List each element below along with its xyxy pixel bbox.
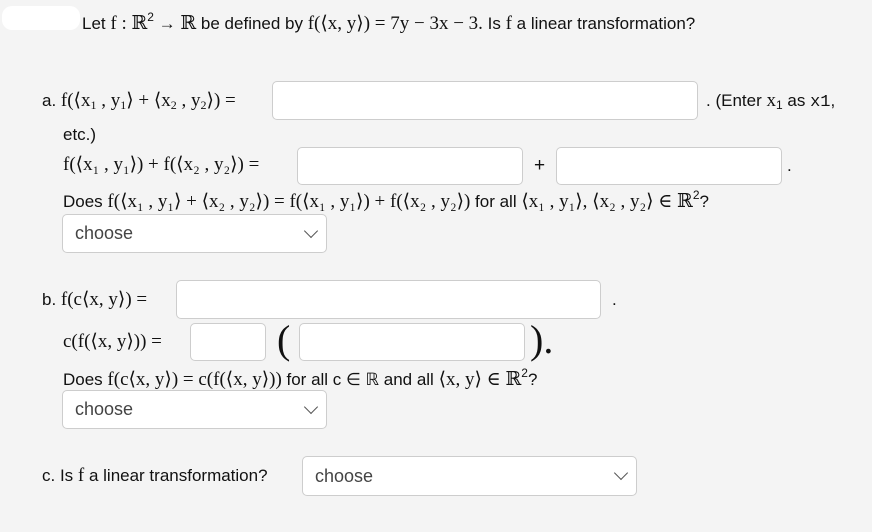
question-mark: ? xyxy=(699,192,710,211)
intro-prefix: Let xyxy=(82,14,111,33)
part-b-scaled-input[interactable] xyxy=(176,280,601,319)
question-text: for all c ∈ ℝ and all xyxy=(281,370,439,389)
codomain-symbol: ℝ xyxy=(180,13,197,34)
question-text: for all xyxy=(470,192,522,211)
redacted-question-number xyxy=(2,6,80,30)
math-text: , y xyxy=(96,90,121,111)
math-text: f(c⟨x, y⟩) = xyxy=(60,289,148,310)
chevron-down-icon xyxy=(303,223,319,238)
subscript: 1 xyxy=(775,98,783,112)
part-a-answer-dropdown[interactable]: choose xyxy=(62,214,327,253)
part-b-scalar-lhs: c(f(⟨x, y⟩)) = xyxy=(63,331,162,352)
hint-text: , xyxy=(830,91,836,110)
dropdown-selected-value: choose xyxy=(75,399,134,419)
problem-statement: Let f : ℝ2 → ℝ be defined by f(⟨x, y⟩) =… xyxy=(82,10,695,35)
math-text: , y xyxy=(176,90,201,111)
part-b-function-input[interactable] xyxy=(299,323,525,361)
colon: : xyxy=(116,13,132,34)
part-b-label: b. xyxy=(42,290,61,309)
defined-by-text: be defined by xyxy=(196,14,308,33)
part-b-scalar-input[interactable] xyxy=(190,323,266,361)
question-math: f(⟨x₁ , y₁⟩ + ⟨x₂ , y₂⟩) = f(⟨x₁ , y₁⟩) … xyxy=(107,191,471,212)
question-text: Does xyxy=(63,370,108,389)
question-prefix: Is xyxy=(482,14,506,33)
open-parenthesis: ( xyxy=(277,317,291,362)
exponent: 2 xyxy=(692,188,700,202)
domain-exponent: 2 xyxy=(147,10,154,24)
part-c-answer-dropdown[interactable]: choose xyxy=(302,456,637,496)
input-hint: . (Enter x1 as x1, xyxy=(706,90,835,112)
part-a-question: Does f(⟨x₁ , y₁⟩ + ⟨x₂ , y₂⟩) = f(⟨x₁ , … xyxy=(63,188,709,213)
question-suffix: a linear transformation? xyxy=(511,14,696,33)
hint-continuation: etc.) xyxy=(63,125,97,144)
period: . xyxy=(612,290,617,309)
part-a-sum-lhs: a. f(⟨x1 , y1⟩ + ⟨x2 , y2⟩) = xyxy=(42,89,236,113)
dropdown-selected-value: choose xyxy=(75,223,134,243)
hint-text: . (Enter xyxy=(706,91,767,110)
part-a-second-term-input[interactable] xyxy=(556,147,782,185)
close-parenthesis: ). xyxy=(530,317,554,362)
part-c-label: c. Is xyxy=(42,466,78,485)
math-text: ⟩ + ⟨x xyxy=(126,90,171,111)
chevron-down-icon xyxy=(303,399,319,414)
hint-text: as xyxy=(782,91,811,110)
chevron-down-icon xyxy=(613,465,629,481)
period: . xyxy=(787,156,792,175)
part-a-label: a. xyxy=(42,91,61,110)
question-text: Does xyxy=(63,192,108,211)
question-text: a linear transformation? xyxy=(84,466,268,485)
part-b-lhs: b. f(c⟨x, y⟩) = xyxy=(42,288,147,311)
question-mark: ? xyxy=(527,370,538,389)
part-b-answer-dropdown[interactable]: choose xyxy=(62,390,327,429)
exponent: 2 xyxy=(521,366,528,380)
math-text: f(⟨x xyxy=(60,90,91,111)
part-a-sum-answer-input[interactable] xyxy=(272,81,698,120)
domain-symbol: ℝ xyxy=(131,13,148,34)
math-text: ⟩) = xyxy=(206,90,236,111)
function-formula: f(⟨x, y⟩) = 7y − 3x − 3. xyxy=(307,13,483,34)
question-math: ⟨x₁ , y₁⟩, ⟨x₂ , y₂⟩ ∈ ℝ xyxy=(521,191,693,212)
plus-sign: + xyxy=(534,155,546,176)
part-c-question: c. Is f a linear transformation? xyxy=(42,465,268,487)
arrow-icon: → xyxy=(153,14,181,33)
hint-variable: x xyxy=(766,90,776,111)
dropdown-selected-value: choose xyxy=(315,465,374,486)
part-b-question: Does f(c⟨x, y⟩) = c(f(⟨x, y⟩)) for all c… xyxy=(63,366,537,391)
part-a-first-term-input[interactable] xyxy=(297,147,523,185)
question-math: f(c⟨x, y⟩) = c(f(⟨x, y⟩)) xyxy=(107,369,282,390)
question-math: ⟨x, y⟩ ∈ ℝ xyxy=(438,369,522,390)
part-a-separate-lhs: f(⟨x₁ , y₁⟩) + f(⟨x₂ , y₂⟩) = xyxy=(63,154,260,175)
hint-code: x1 xyxy=(810,93,831,112)
